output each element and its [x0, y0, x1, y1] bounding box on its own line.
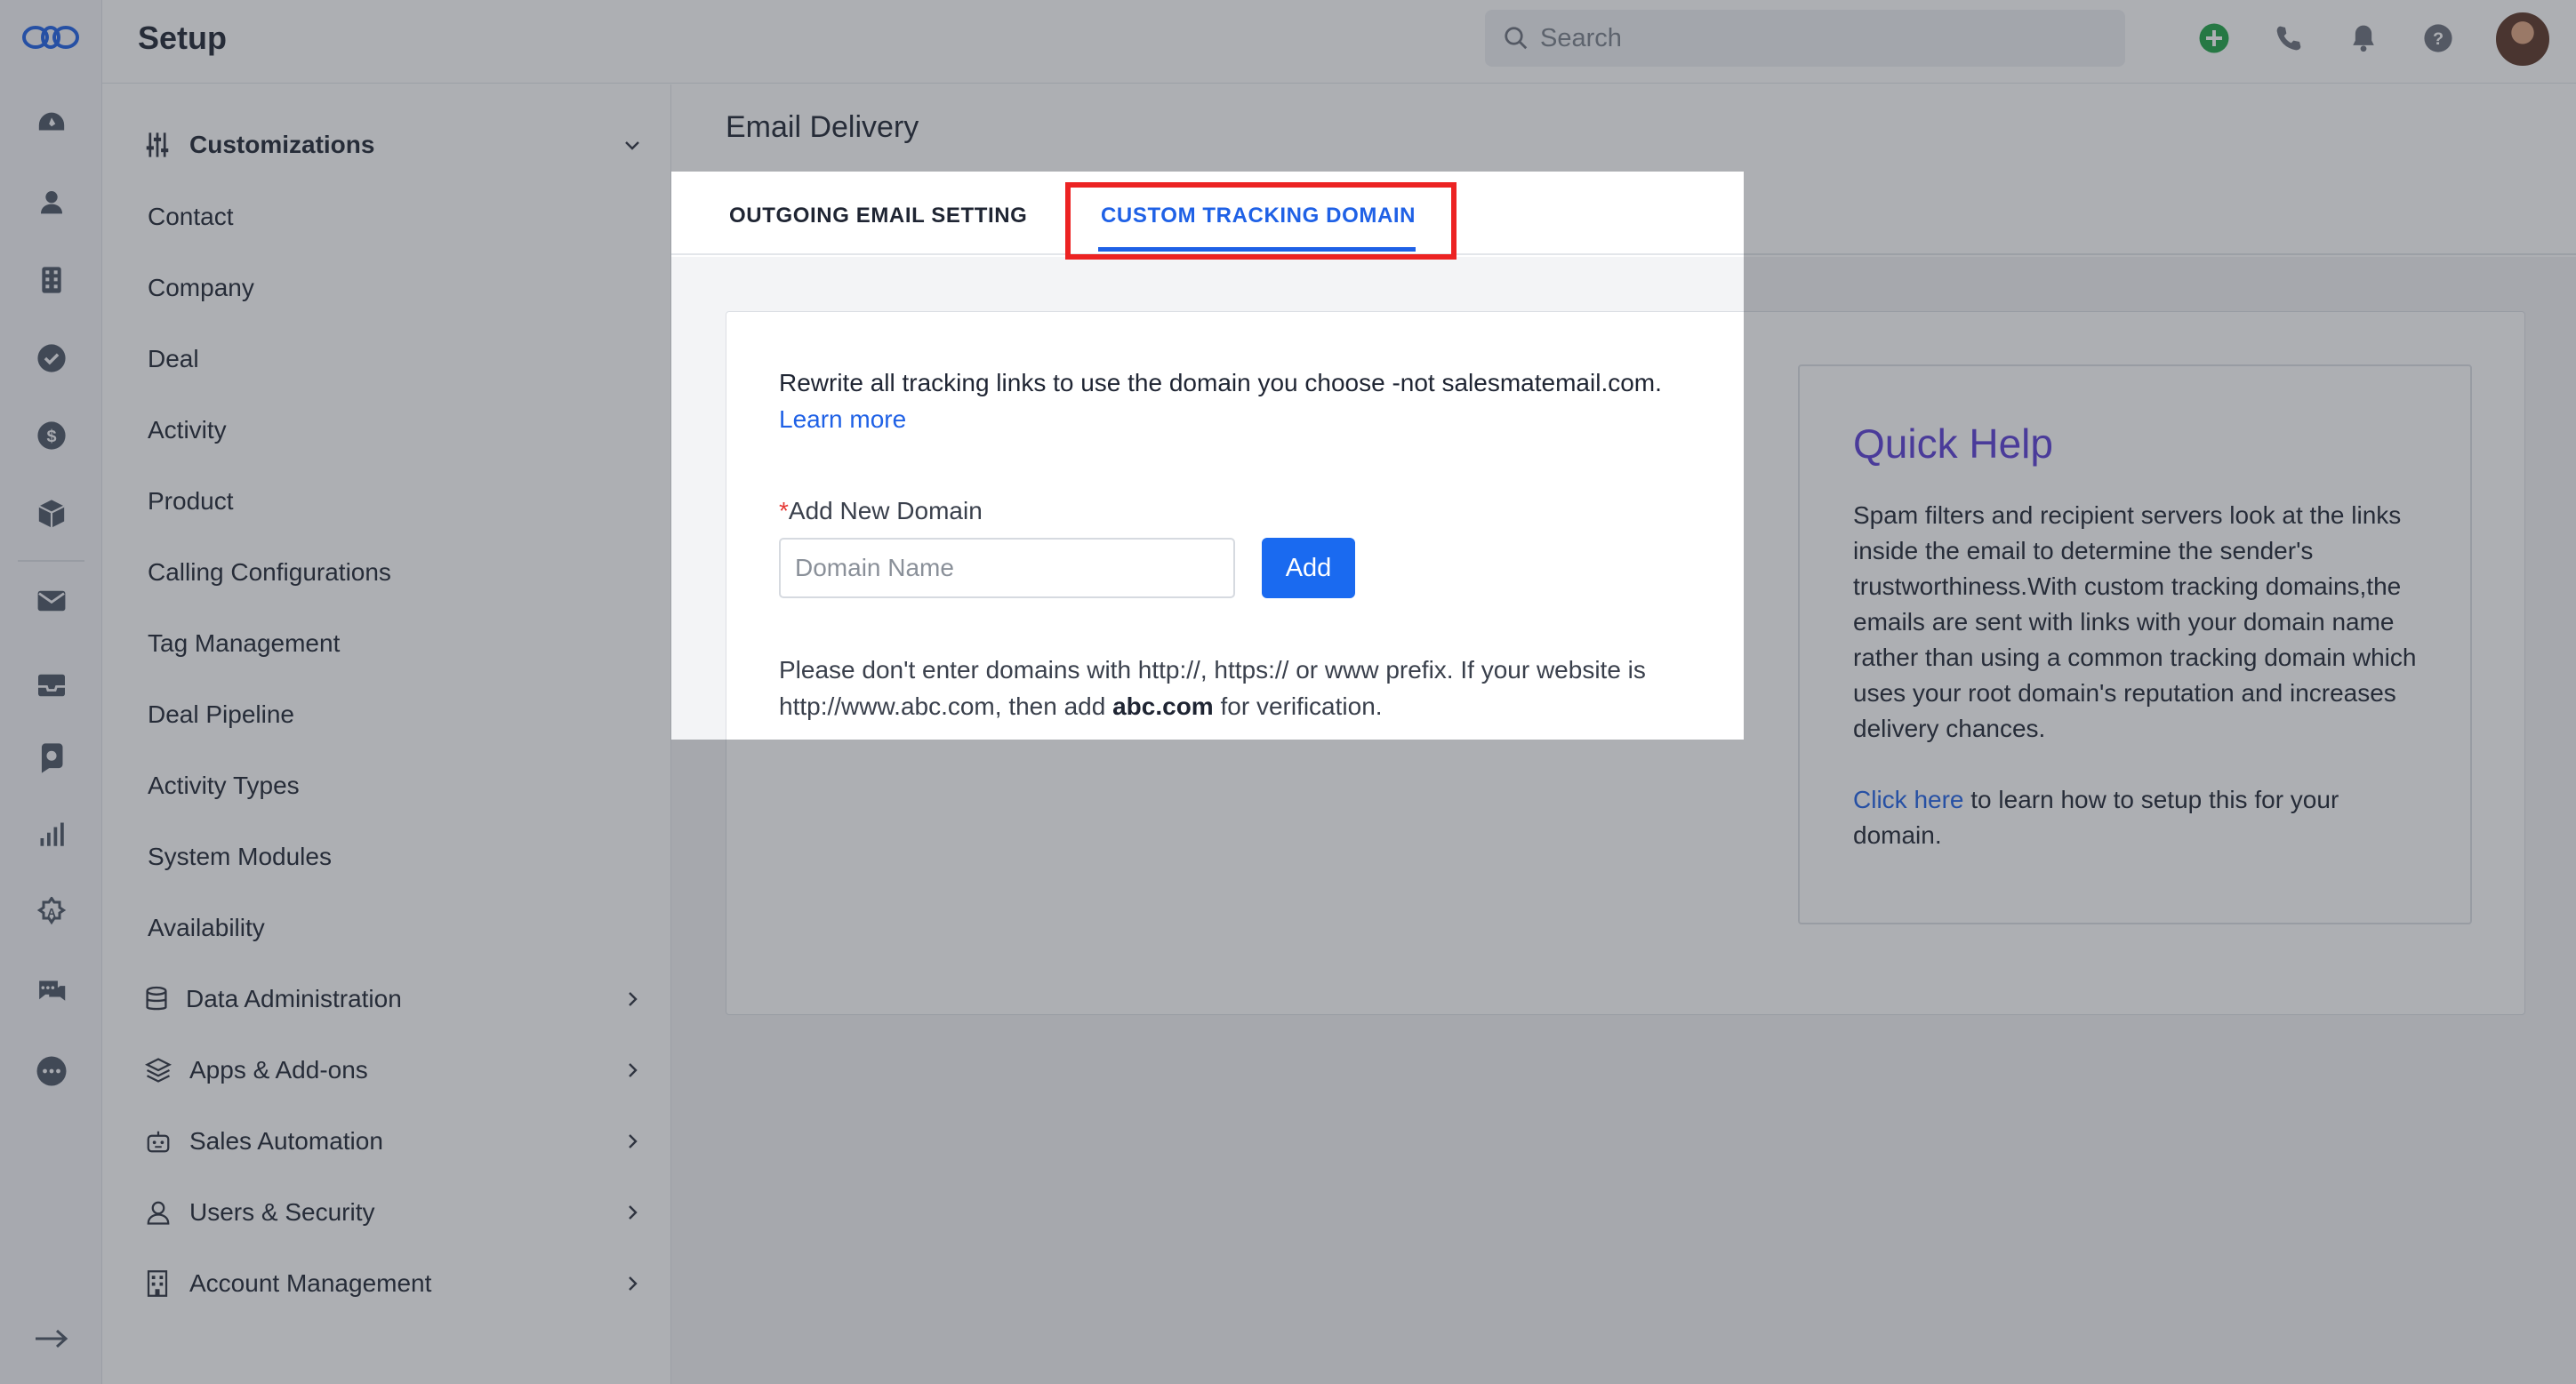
description-text: Rewrite all tracking links to use the do… [779, 364, 1713, 437]
note-text-end: for verification. [1220, 692, 1383, 720]
domain-note: Please don't enter domains with http://,… [779, 652, 1721, 724]
tab-outgoing-email-setting[interactable]: OUTGOING EMAIL SETTING [729, 204, 1027, 228]
learn-more-link[interactable]: Learn more [779, 405, 906, 433]
description-label: Rewrite all tracking links to use the do… [779, 369, 1662, 396]
domain-name-input[interactable] [779, 538, 1235, 598]
note-example-domain: abc.com [1112, 692, 1214, 720]
add-domain-button[interactable]: Add [1262, 538, 1355, 598]
highlight-box [1065, 182, 1457, 260]
dim-overlay [0, 172, 671, 1384]
dim-overlay [0, 0, 2576, 172]
add-domain-label: *Add New Domain [779, 497, 983, 525]
dim-overlay [1744, 172, 2576, 1384]
dim-overlay [671, 740, 1744, 1384]
field-label-text: Add New Domain [788, 497, 983, 524]
required-marker: * [779, 497, 789, 524]
